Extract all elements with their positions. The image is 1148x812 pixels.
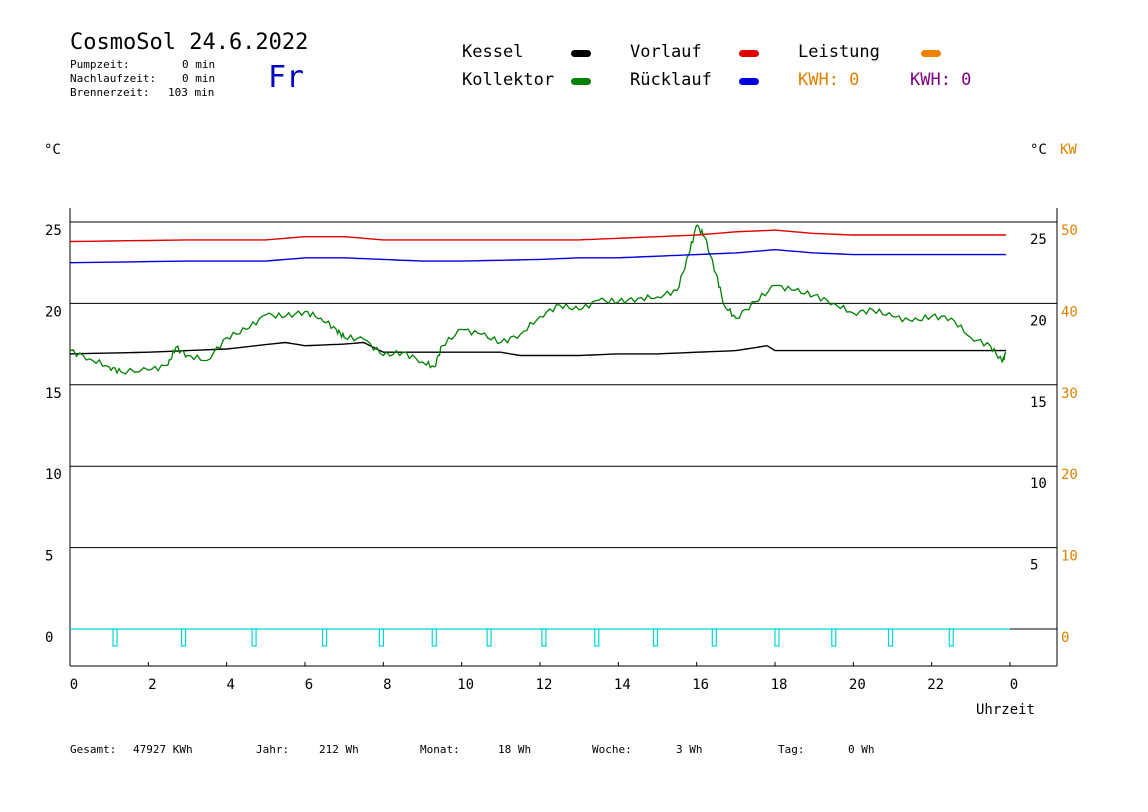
y-tick-label-left: 20: [45, 304, 62, 320]
y-tick-label-right-celsius: 5: [1030, 558, 1038, 574]
y-tick-label-right-kw: 50: [1061, 223, 1078, 239]
burner-pulse: [948, 628, 954, 647]
temperature-chart: 2520151050252015105504030201000 2 4 6 8 10 12 1…: [45, 208, 1078, 718]
y-tick-label-right-kw: 10: [1061, 549, 1078, 565]
burner-pulse: [251, 628, 257, 647]
x-tick-label: 22: [927, 677, 944, 693]
y-tick-label-right-kw: 40: [1061, 304, 1078, 320]
series-line-kessel: [69, 341, 1007, 357]
footer-year-value: 212 Wh: [319, 743, 359, 756]
x-tick-label: 4: [226, 677, 234, 693]
y-tick-label-right-kw: 20: [1061, 467, 1078, 483]
x-tick-label: 0: [1010, 677, 1018, 693]
burner-pulse: [541, 628, 547, 647]
footer-day-value: 0 Wh: [848, 743, 875, 756]
burner-pulse: [887, 628, 894, 647]
burner-pulse: [711, 628, 717, 647]
x-tick-label: 10: [457, 677, 474, 693]
x-tick-label: 12: [536, 677, 553, 693]
x-tick-label: 18: [771, 677, 788, 693]
burner-pulse: [321, 628, 328, 647]
y-tick-label-right-kw: 0: [1061, 630, 1069, 646]
footer-week-value: 3 Wh: [676, 743, 703, 756]
burner-pulse: [112, 628, 118, 647]
footer-total-label: Gesamt:: [70, 743, 117, 756]
footer-month-value: 18 Wh: [498, 743, 532, 756]
x-tick-label: 16: [692, 677, 709, 693]
burner-pulse: [774, 628, 780, 647]
series-line-kollektor: [69, 224, 1007, 375]
series-line-rücklauf: [69, 248, 1007, 264]
y-tick-label-left: 10: [45, 467, 62, 483]
y-tick-label-right-celsius: 10: [1030, 476, 1047, 492]
burner-pulse: [378, 628, 384, 647]
x-tick-label: 6: [305, 677, 313, 693]
burner-pulse: [652, 628, 659, 647]
burner-pulse: [431, 628, 437, 647]
y-tick-label-left: 5: [45, 549, 53, 565]
x-tick-label: 14: [614, 677, 631, 693]
footer-day-label: Tag:: [778, 743, 805, 756]
x-tick-label: 2: [148, 677, 156, 693]
footer-month-label: Monat:: [420, 743, 460, 756]
y-tick-label-left: 25: [45, 223, 62, 239]
footer-total-value: 47927 KWh: [133, 743, 193, 756]
y-tick-label-right-kw: 30: [1061, 386, 1078, 402]
burner-pulse: [486, 628, 492, 647]
y-tick-label-right-celsius: 25: [1030, 232, 1047, 248]
burner-pulse: [180, 628, 187, 647]
x-tick-label: 0: [70, 677, 78, 693]
series-line-vorlauf: [69, 229, 1007, 243]
footer-year-label: Jahr:: [256, 743, 290, 756]
x-axis-title: Uhrzeit: [976, 702, 1035, 718]
x-tick-label: 20: [849, 677, 866, 693]
y-tick-label-left: 0: [45, 630, 53, 646]
burner-pulse: [594, 628, 600, 647]
footer-week-label: Woche:: [592, 743, 632, 756]
x-tick-label: 8: [383, 677, 391, 693]
burner-pulse: [831, 628, 837, 647]
y-tick-label-left: 15: [45, 386, 62, 402]
y-tick-label-right-celsius: 20: [1030, 313, 1047, 329]
y-tick-label-right-celsius: 15: [1030, 395, 1047, 411]
